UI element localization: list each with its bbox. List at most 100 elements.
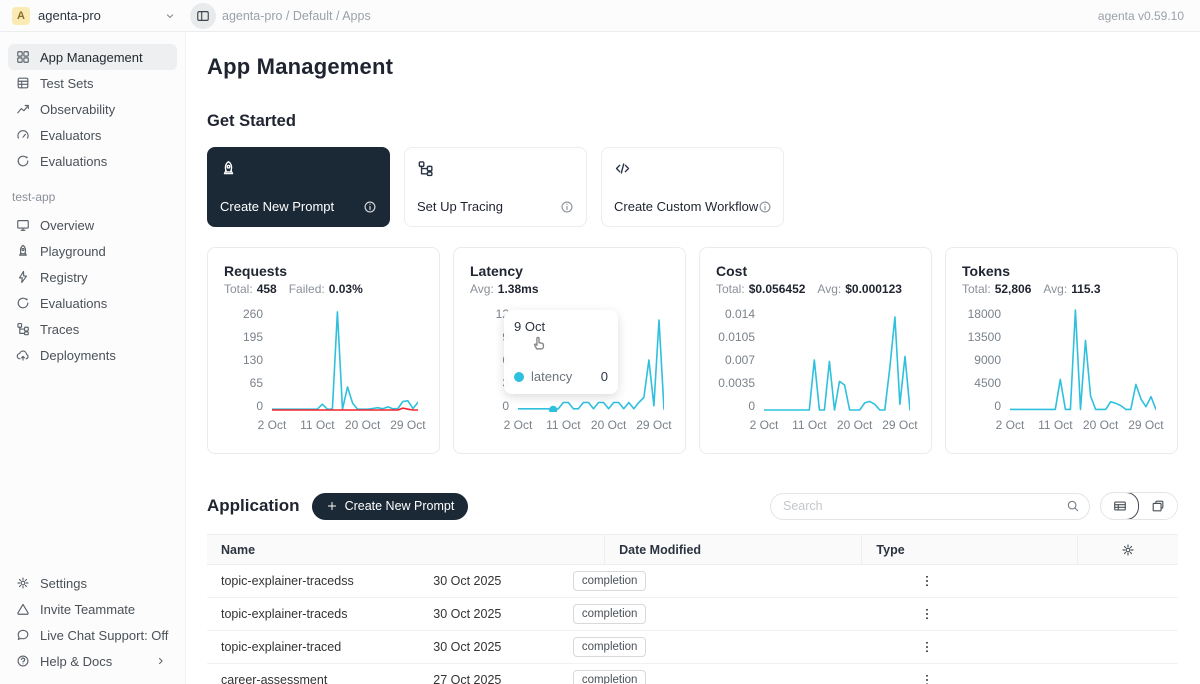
column-header-name[interactable]: Name: [207, 535, 605, 564]
create-custom-workflow-card[interactable]: Create Custom Workflow: [601, 147, 784, 227]
chat-icon: [16, 628, 30, 642]
app-name-cell: topic-explainer-tracedss: [207, 574, 419, 588]
chart-title: Tokens: [962, 263, 1161, 279]
type-badge: completion: [573, 670, 647, 684]
info-icon[interactable]: [363, 200, 377, 214]
sidebar-item-test-sets[interactable]: Test Sets: [8, 70, 177, 96]
sidebar-item-evaluators[interactable]: Evaluators: [8, 122, 177, 148]
tokens-chart-card: Tokens Total:52,806Avg:115.3 04500900013…: [945, 247, 1178, 454]
x-axis: 2 Oct11 Oct20 Oct29 Oct: [518, 412, 664, 430]
tracing-icon: [16, 322, 30, 336]
table-row[interactable]: topic-explainer-traceds 30 Oct 2025 comp…: [207, 598, 1178, 631]
breadcrumb: agenta-pro / Default / Apps: [222, 9, 371, 23]
sidebar-item-overview[interactable]: Overview: [8, 212, 177, 238]
type-badge: completion: [573, 604, 647, 624]
applications-table: NameDate ModifiedType topic-explainer-tr…: [207, 534, 1178, 684]
chart-plot[interactable]: [1010, 308, 1156, 412]
sidebar-item-label: Live Chat Support: Off: [40, 628, 168, 643]
chart-plot[interactable]: [272, 308, 418, 412]
sidebar-item-invite-teammate[interactable]: Invite Teammate: [8, 596, 177, 622]
sidebar-toggle-button[interactable]: [190, 3, 216, 29]
chart-plot[interactable]: [764, 308, 910, 412]
chart-title: Latency: [470, 263, 669, 279]
info-icon[interactable]: [758, 200, 772, 214]
sidebar-item-label: Evaluators: [40, 128, 101, 143]
chart-stats: Total:$0.056452Avg:$0.000123: [716, 282, 915, 296]
row-menu-button[interactable]: [677, 574, 1178, 588]
code-icon: [614, 160, 771, 177]
sidebar-item-traces[interactable]: Traces: [8, 316, 177, 342]
tracing-icon: [417, 160, 574, 177]
row-menu-button[interactable]: [677, 607, 1178, 621]
plus-icon: [326, 500, 338, 512]
sidebar-item-label: Observability: [40, 102, 115, 117]
app-version: agenta v0.59.10: [1098, 9, 1200, 23]
card-label: Set Up Tracing: [417, 199, 503, 214]
monitor-icon: [16, 218, 30, 232]
chart-title: Requests: [224, 263, 423, 279]
cursor-hand-icon: [530, 334, 547, 351]
sidebar-item-app-management[interactable]: App Management: [8, 44, 177, 70]
workspace-name: agenta-pro: [38, 8, 164, 23]
row-menu-button[interactable]: [677, 673, 1178, 684]
search-box: [770, 493, 1090, 520]
search-input[interactable]: [770, 493, 1090, 520]
grid-icon: [16, 50, 30, 64]
row-menu-button[interactable]: [677, 640, 1178, 654]
requests-chart-card: Requests Total:458Failed:0.03% 065130195…: [207, 247, 440, 454]
gauge-icon: [16, 128, 30, 142]
tooltip-value: 0: [601, 369, 608, 384]
table-settings-gear-icon[interactable]: [1078, 543, 1178, 557]
table-view-button[interactable]: [1100, 492, 1139, 520]
sidebar-item-settings[interactable]: Settings: [8, 570, 177, 596]
sidebar: App Management Test Sets Observability E…: [0, 32, 186, 684]
sidebar-item-help-docs[interactable]: Help & Docs: [8, 648, 177, 674]
sidebar-item-evaluations[interactable]: Evaluations: [8, 290, 177, 316]
chart-title: Cost: [716, 263, 915, 279]
card-label: Create New Prompt: [220, 199, 334, 214]
column-header-type[interactable]: Type: [862, 535, 1078, 564]
sidebar-item-label: Test Sets: [40, 76, 93, 91]
sidebar-item-evaluations[interactable]: Evaluations: [8, 148, 177, 174]
type-badge: completion: [573, 571, 647, 591]
panel-icon: [196, 9, 210, 23]
sidebar-item-deployments[interactable]: Deployments: [8, 342, 177, 368]
latency-chart-card: Latency Avg:1.38ms 036912 9 Oct latency …: [453, 247, 686, 454]
rocket-icon: [220, 160, 377, 177]
sidebar-item-label: App Management: [40, 50, 143, 65]
create-new-prompt-card[interactable]: Create New Prompt: [207, 147, 390, 227]
y-axis: 00.00350.0070.01050.014: [716, 308, 764, 412]
table-row[interactable]: career-assessment 27 Oct 2025 completion: [207, 664, 1178, 684]
x-axis: 2 Oct11 Oct20 Oct29 Oct: [764, 412, 910, 430]
table-row[interactable]: topic-explainer-tracedss 30 Oct 2025 com…: [207, 565, 1178, 598]
sidebar-item-observability[interactable]: Observability: [8, 96, 177, 122]
table-row[interactable]: topic-explainer-traced 30 Oct 2025 compl…: [207, 631, 1178, 664]
cloud-icon: [16, 348, 30, 362]
app-name-cell: topic-explainer-traced: [207, 640, 419, 654]
sidebar-item-playground[interactable]: Playground: [8, 238, 177, 264]
sidebar-item-label: Traces: [40, 322, 79, 337]
column-header-date-modified[interactable]: Date Modified: [605, 535, 862, 564]
set-up-tracing-card[interactable]: Set Up Tracing: [404, 147, 587, 227]
sidebar-item-live-chat-support-off[interactable]: Live Chat Support: Off: [8, 622, 177, 648]
chart-tooltip: 9 Oct latency 0: [504, 310, 618, 394]
get-started-title: Get Started: [207, 112, 1178, 131]
sidebar-item-label: Registry: [40, 270, 88, 285]
create-new-prompt-button[interactable]: Create New Prompt: [312, 493, 469, 520]
search-icon: [1066, 499, 1080, 513]
workspace-selector[interactable]: A agenta-pro: [0, 7, 186, 25]
cycle-icon: [16, 296, 30, 310]
y-axis: 0450090001350018000: [962, 308, 1010, 412]
date-modified-cell: 27 Oct 2025: [419, 673, 559, 684]
workspace-avatar: A: [12, 7, 30, 25]
sidebar-item-label: Playground: [40, 244, 106, 259]
chart-stats: Total:52,806Avg:115.3: [962, 282, 1161, 296]
series-dot: [514, 372, 524, 382]
card-view-button[interactable]: [1138, 493, 1177, 519]
top-bar: A agenta-pro agenta-pro / Default / Apps…: [0, 0, 1200, 32]
app-name-cell: career-assessment: [207, 673, 419, 684]
x-axis: 2 Oct11 Oct20 Oct29 Oct: [272, 412, 418, 430]
gear-icon: [16, 576, 30, 590]
sidebar-item-registry[interactable]: Registry: [8, 264, 177, 290]
info-icon[interactable]: [560, 200, 574, 214]
